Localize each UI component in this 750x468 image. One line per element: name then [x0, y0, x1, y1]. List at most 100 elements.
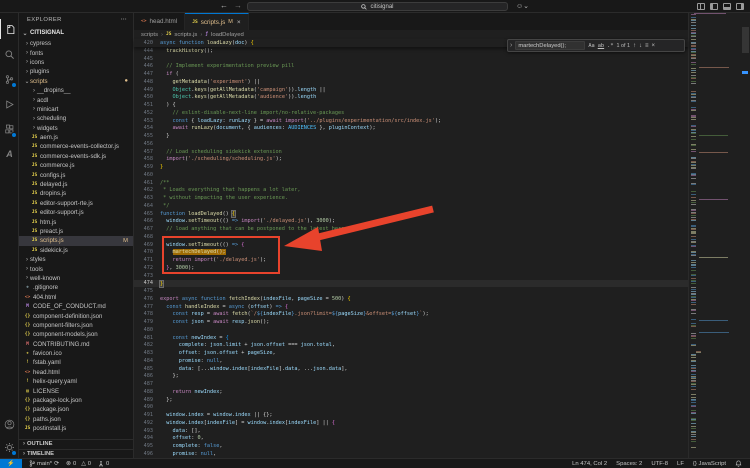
code-line-475[interactable]: 475 — [134, 287, 688, 295]
whole-word-icon[interactable]: ab — [598, 43, 604, 49]
code-line-450[interactable]: 450 Object.keys(getAllMetadata('audience… — [134, 94, 688, 102]
workspace-root[interactable]: ⌄ CITISIGNAL — [19, 27, 133, 39]
toggle-panel-icon[interactable] — [723, 3, 731, 10]
breadcrumb-scripts[interactable]: scripts — [141, 32, 158, 38]
tree-file-scripts-js[interactable]: JSscripts.jsM — [19, 236, 133, 245]
accounts-icon[interactable] — [0, 414, 19, 434]
code-line-453[interactable]: 453 const { loadLazy: runLazy } = await … — [134, 117, 688, 125]
tree-file-license[interactable]: ▤LICENSE — [19, 386, 133, 395]
code-line-489[interactable]: 489 }; — [134, 396, 688, 404]
code-line-447[interactable]: 447 if ( — [134, 70, 688, 78]
tree-file-404-html[interactable]: <>404.html — [19, 293, 133, 302]
outline-section[interactable]: › OUTLINE — [19, 439, 133, 449]
match-case-icon[interactable]: Aa — [588, 43, 594, 49]
tree-folder-tools[interactable]: ›tools — [19, 264, 133, 273]
language-mode[interactable]: {} JavaScript — [693, 461, 726, 467]
code-line-462[interactable]: 462 * Loads everything that happens a lo… — [134, 187, 688, 195]
code-line-461[interactable]: 461/** — [134, 179, 688, 187]
tree-folder-styles[interactable]: ›styles — [19, 255, 133, 264]
code-line-460[interactable]: 460 — [134, 171, 688, 179]
previous-match-icon[interactable]: ↑ — [633, 43, 636, 49]
tree-file-code-of-conduct-md[interactable]: MCODE_OF_CONDUCT.md — [19, 302, 133, 311]
code-line-485[interactable]: 485 data: [...window.index[indexFile].da… — [134, 365, 688, 373]
close-find-icon[interactable]: × — [652, 43, 656, 49]
tree-folder-plugins[interactable]: ›plugins — [19, 67, 133, 76]
minimap[interactable] — [688, 13, 741, 458]
code-line-459[interactable]: 459} — [134, 163, 688, 171]
timeline-section[interactable]: › TIMELINE — [19, 449, 133, 459]
code-line-477[interactable]: 477 const handleIndex = async (offset) =… — [134, 303, 688, 311]
eol[interactable]: LF — [677, 461, 684, 467]
tree-file-package-json[interactable]: {}package.json — [19, 405, 133, 414]
code-line-480[interactable]: 480 — [134, 326, 688, 334]
tree-file-commerce-events-sdk-js[interactable]: JScommerce-events-sdk.js — [19, 152, 133, 161]
source-control-icon[interactable] — [0, 69, 19, 89]
tree-file-contributing-md[interactable]: MCONTRIBUTING.md — [19, 340, 133, 349]
indentation[interactable]: Spaces: 2 — [616, 461, 642, 467]
tree-file-editor-support-js[interactable]: JSeditor-support.js — [19, 208, 133, 217]
breadcrumb-symbol[interactable]: loadDelayed — [211, 32, 244, 38]
close-tab-icon[interactable]: × — [237, 19, 241, 26]
encoding[interactable]: UTF-8 — [651, 461, 668, 467]
tab-scripts-js[interactable]: JS scripts.js M × — [185, 13, 248, 30]
ports-item[interactable]: 0 — [98, 460, 109, 467]
nav-forward-icon[interactable]: → — [234, 1, 248, 10]
scrollbar-slider[interactable] — [742, 27, 749, 53]
tree-file-delayed-js[interactable]: JSdelayed.js — [19, 180, 133, 189]
cursor-position[interactable]: Ln 474, Col 2 — [572, 461, 607, 467]
code-line-481[interactable]: 481 const newIndex = { — [134, 334, 688, 342]
git-branch-item[interactable]: main* ⟳ — [29, 460, 59, 467]
tree-file-component-models-json[interactable]: {}component-models.json — [19, 330, 133, 339]
remote-indicator[interactable]: ⚡ — [0, 459, 22, 468]
code-line-476[interactable]: 476export async function fetchIndex(inde… — [134, 295, 688, 303]
code-line-478[interactable]: 478 const resp = await fetch(`/${indexFi… — [134, 311, 688, 319]
tree-file-htm-js[interactable]: JShtm.js — [19, 217, 133, 226]
code-line-483[interactable]: 483 offset: json.offset + pageSize, — [134, 349, 688, 357]
code-line-458[interactable]: 458 import('./scheduling/scheduling.js')… — [134, 156, 688, 164]
code-line-456[interactable]: 456 — [134, 140, 688, 148]
tree-file-helix-query-yaml[interactable]: !helix-query.yaml — [19, 377, 133, 386]
explorer-more-icon[interactable]: ⋯ — [121, 17, 127, 23]
code-line-448[interactable]: 448 getMetadata('experiment') || — [134, 78, 688, 86]
tree-file-favicon-ico[interactable]: ★favicon.ico — [19, 349, 133, 358]
code-line-487[interactable]: 487 — [134, 380, 688, 388]
customize-layout-icon[interactable] — [697, 3, 705, 10]
tree-file-fstab-yaml[interactable]: !fstab.yaml — [19, 358, 133, 367]
tab-head-html[interactable]: <> head.html — [134, 13, 185, 30]
find-input[interactable] — [515, 41, 585, 50]
code-line-451[interactable]: 451 ) { — [134, 101, 688, 109]
notifications-bell-icon[interactable] — [735, 460, 742, 467]
tree-folder-acdl[interactable]: ›acdl — [19, 95, 133, 104]
tree-file-paths-json[interactable]: {}paths.json — [19, 415, 133, 424]
nav-back-icon[interactable]: ← — [220, 1, 234, 10]
search-sidebar-icon[interactable] — [0, 44, 19, 64]
tree-folder-widgets[interactable]: ›widgets — [19, 124, 133, 133]
tree-file-postinstall-js[interactable]: JSpostinstall.js — [19, 424, 133, 433]
code-line-484[interactable]: 484 promise: null, — [134, 357, 688, 365]
code-line-454[interactable]: 454 await runLazy(document, { audiences:… — [134, 125, 688, 133]
overview-ruler[interactable] — [741, 13, 750, 458]
code-line-464[interactable]: 464 */ — [134, 202, 688, 210]
find-in-selection-icon[interactable]: ≡ — [645, 43, 649, 49]
tree-folder-cypress[interactable]: ›cypress — [19, 39, 133, 48]
code-line-479[interactable]: 479 const json = await resp.json(); — [134, 318, 688, 326]
code-line-474[interactable]: 474} — [134, 280, 688, 288]
code-line-494[interactable]: 494 offset: 0, — [134, 435, 688, 443]
next-match-icon[interactable]: ↓ — [639, 43, 642, 49]
tree-file-commerce-js[interactable]: JScommerce.js — [19, 161, 133, 170]
code-line-452[interactable]: 452 // eslint-disable-next-line import/n… — [134, 109, 688, 117]
tree-file-sidekick-js[interactable]: JSsidekick.js — [19, 246, 133, 255]
tree-file-aem-js[interactable]: JSaem.js — [19, 133, 133, 142]
problems-item[interactable]: ⊗0 △0 — [66, 461, 91, 467]
code-line-491[interactable]: 491 window.index = window.index || {}; — [134, 411, 688, 419]
code-line-463[interactable]: 463 * without impacting the user experie… — [134, 194, 688, 202]
code-line-490[interactable]: 490 — [134, 404, 688, 412]
tree-file-component-definition-json[interactable]: {}component-definition.json — [19, 311, 133, 320]
toggle-sidebar-icon[interactable] — [710, 3, 718, 10]
code-line-488[interactable]: 488 return newIndex; — [134, 388, 688, 396]
tree-folder-minicart[interactable]: ›minicart — [19, 105, 133, 114]
copilot-icon[interactable]: ☺⌄ — [516, 2, 529, 10]
code-line-496[interactable]: 496 promise: null, — [134, 450, 688, 458]
tree-file--gitignore[interactable]: ◆.gitignore — [19, 283, 133, 292]
sync-icon[interactable]: ⟳ — [54, 461, 59, 467]
